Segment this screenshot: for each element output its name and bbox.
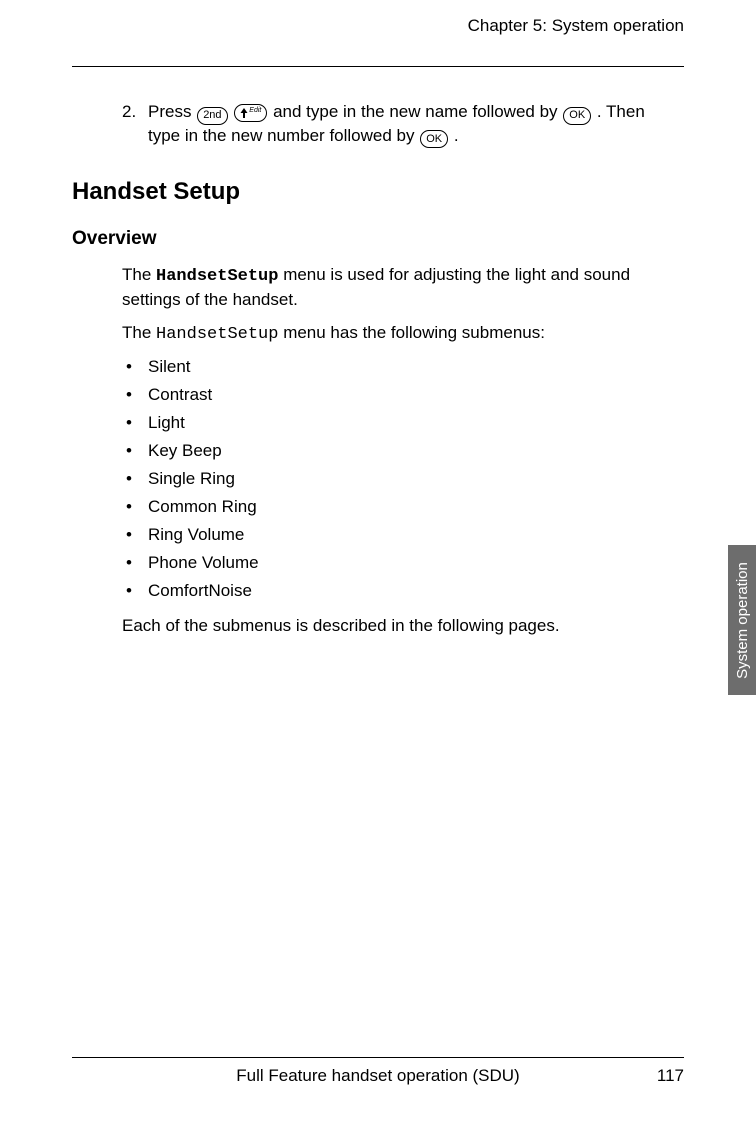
step-text-4: . (454, 126, 459, 145)
list-item: Ring Volume (122, 525, 680, 545)
submenu-list: Silent Contrast Light Key Beep Single Ri… (122, 357, 680, 601)
p2-b: menu has the following submenus: (283, 323, 545, 342)
p2-menu: HandsetSetup (156, 325, 278, 344)
overview-paragraph-1: The HandsetSetup menu is used for adjust… (122, 264, 680, 312)
p1-menu: HandsetSetup (156, 267, 278, 286)
side-tab: System operation (728, 545, 756, 695)
step-text-1: Press (148, 102, 196, 121)
section-heading: Handset Setup (72, 178, 680, 206)
side-tab-label: System operation (734, 562, 751, 679)
closing-paragraph: Each of the submenus is described in the… (122, 615, 680, 638)
step-body: Press 2nd Edit and type in the new name … (148, 101, 680, 148)
overview-paragraph-2: The HandsetSetup menu has the following … (122, 322, 680, 347)
page-number: 117 (657, 1066, 684, 1086)
list-item: Phone Volume (122, 553, 680, 573)
list-item: Key Beep (122, 441, 680, 461)
p2-a: The (122, 323, 156, 342)
running-head: Chapter 5: System operation (72, 16, 684, 36)
footer-rule (72, 1057, 684, 1058)
footer-center: Full Feature handset operation (SDU) (236, 1066, 519, 1086)
key-ok-icon: OK (563, 107, 591, 125)
top-rule (72, 66, 684, 67)
list-item: Contrast (122, 385, 680, 405)
list-item: Single Ring (122, 469, 680, 489)
step-text-2: and type in the new name followed by (273, 102, 562, 121)
key-edit-label: Edit (249, 107, 261, 114)
p1-a: The (122, 265, 156, 284)
key-ok-icon-2: OK (420, 130, 448, 148)
footer: Full Feature handset operation (SDU) 117 (72, 1057, 684, 1086)
list-item: Common Ring (122, 497, 680, 517)
list-item: ComfortNoise (122, 581, 680, 601)
key-up-edit-icon: Edit (234, 104, 267, 122)
subsection-heading: Overview (72, 228, 680, 250)
list-item: Silent (122, 357, 680, 377)
list-item: Light (122, 413, 680, 433)
key-2nd-icon: 2nd (197, 107, 227, 125)
step-number: 2. (122, 101, 148, 148)
step-item: 2. Press 2nd Edit and type in the new na… (122, 101, 680, 148)
